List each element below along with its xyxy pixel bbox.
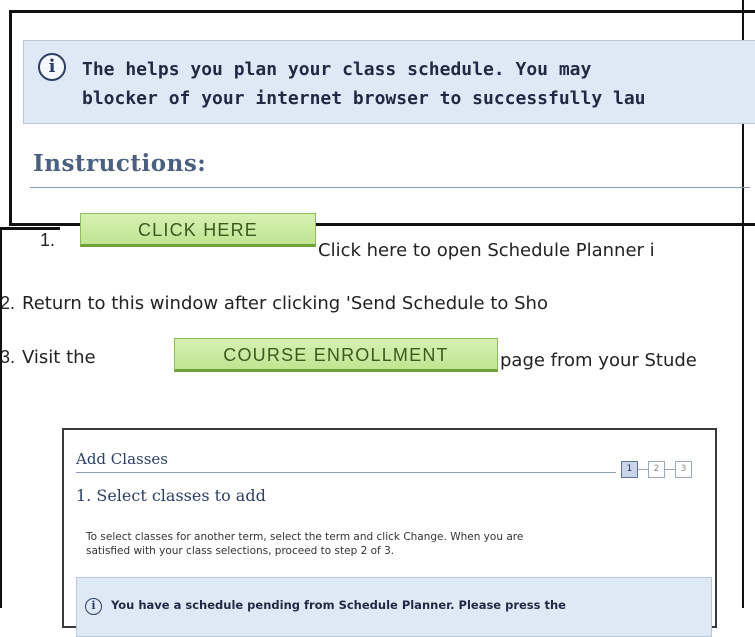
add-classes-title: Add Classes xyxy=(76,450,168,468)
step-indicator-3: 3 xyxy=(675,461,692,478)
highlight-callout-box xyxy=(9,10,755,226)
step-indicator-1: 1 xyxy=(621,461,638,478)
step-text: Click here to open Schedule Planner i xyxy=(318,240,655,261)
step-number: 3. xyxy=(0,347,16,367)
page-border-left xyxy=(0,230,2,608)
step-indicator-2: 2 xyxy=(648,461,665,478)
step-text: page from your Stude xyxy=(500,350,697,371)
help-line-2: satisfied with your class selections, pr… xyxy=(86,545,395,557)
select-classes-heading: 1. Select classes to add xyxy=(76,486,266,505)
step-connector xyxy=(638,469,648,470)
step-connector xyxy=(665,469,675,470)
info-icon: i xyxy=(85,598,102,615)
course-enrollment-button[interactable]: COURSE ENROLLMENT xyxy=(174,338,498,372)
help-line-1: To select classes for another term, sele… xyxy=(86,531,524,543)
add-classes-help-text: To select classes for another term, sele… xyxy=(86,530,686,558)
schedule-pending-text: You have a schedule pending from Schedul… xyxy=(111,598,566,612)
schedule-pending-notice: i You have a schedule pending from Sched… xyxy=(76,577,712,637)
click-here-button[interactable]: CLICK HERE xyxy=(80,213,316,247)
add-classes-screenshot: Add Classes 1 2 3 1. Select classes to a… xyxy=(62,428,717,637)
step-text: Return to this window after clicking 'Se… xyxy=(22,293,548,314)
step-number: 1. xyxy=(40,230,56,250)
step-prefix: Visit the xyxy=(22,347,96,368)
step-number: 2. xyxy=(0,293,16,313)
add-classes-divider xyxy=(76,472,616,473)
